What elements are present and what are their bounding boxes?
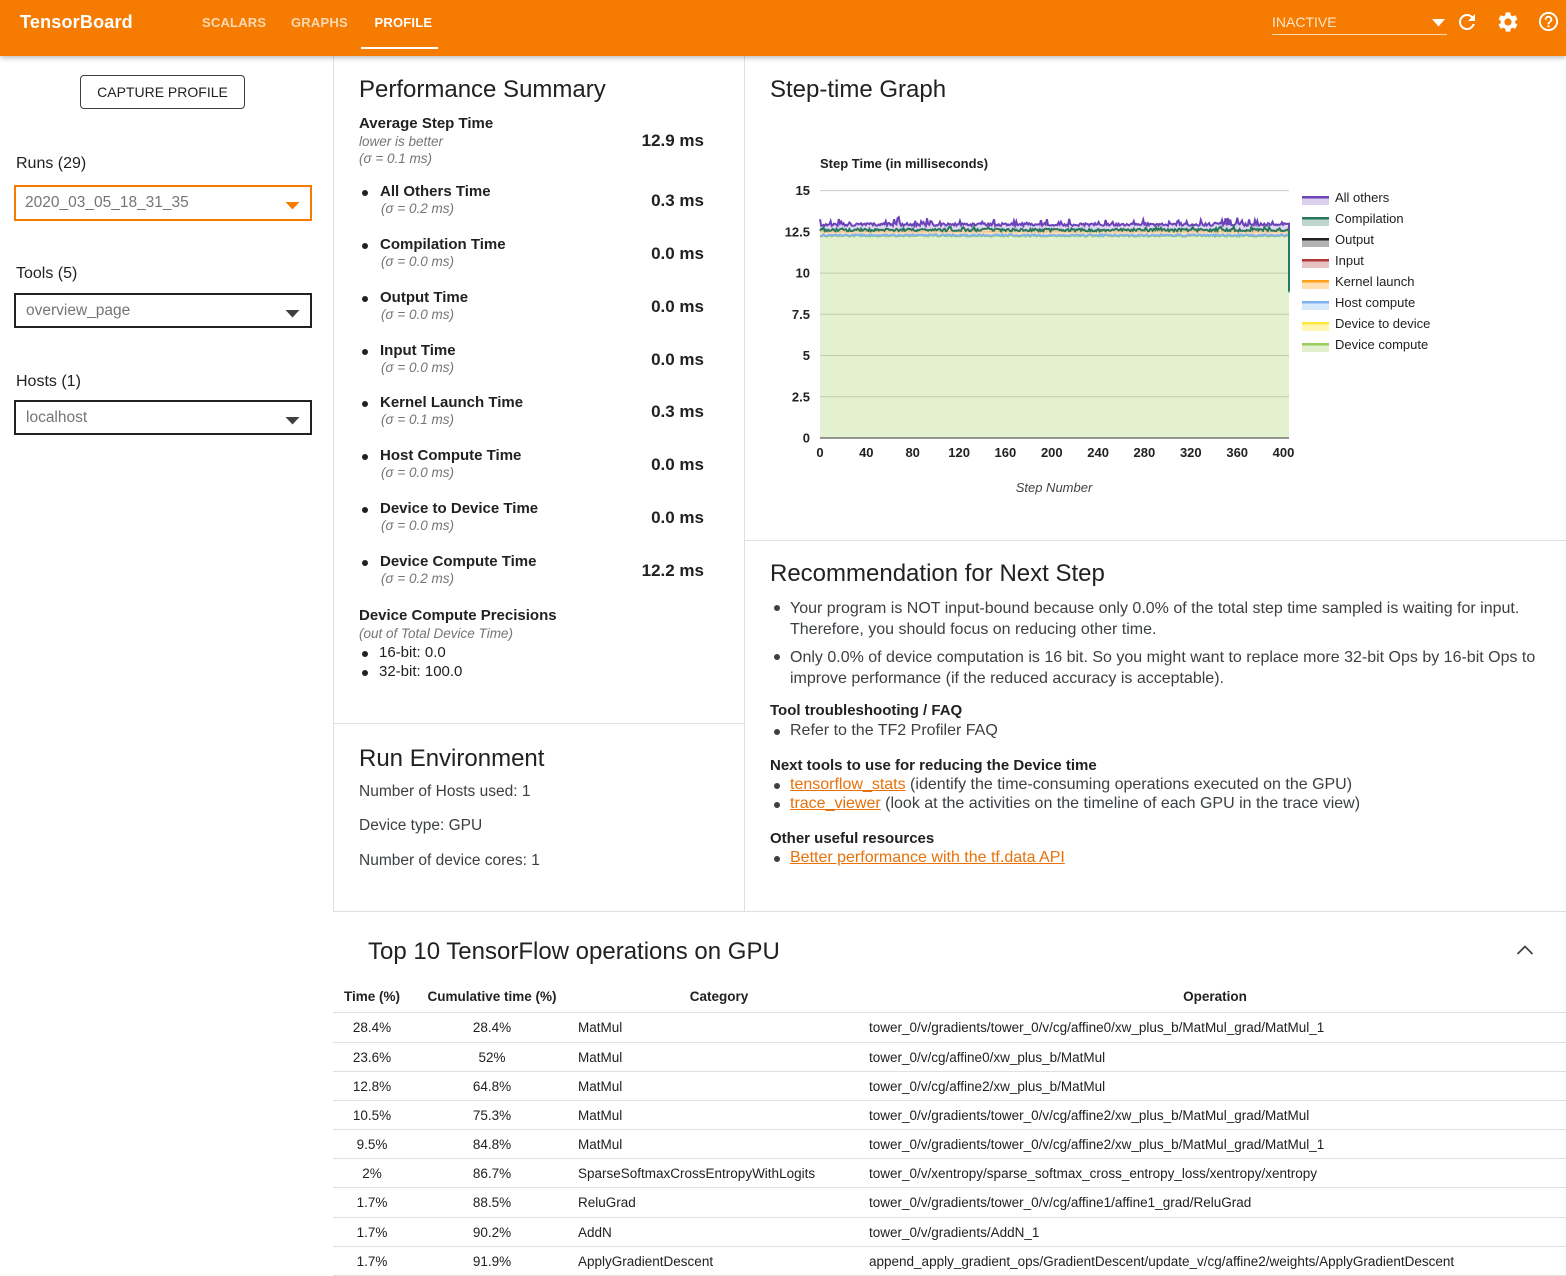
svg-text:2.5: 2.5 — [792, 389, 810, 404]
svg-text:Step Number: Step Number — [1016, 480, 1093, 495]
svg-text:160: 160 — [995, 445, 1017, 460]
svg-text:Host compute: Host compute — [1335, 295, 1415, 310]
svg-text:7.5: 7.5 — [792, 307, 810, 322]
svg-text:All others: All others — [1335, 190, 1390, 205]
svg-text:360: 360 — [1226, 445, 1248, 460]
svg-text:10: 10 — [796, 266, 810, 281]
svg-text:5: 5 — [803, 348, 810, 363]
svg-text:280: 280 — [1134, 445, 1156, 460]
svg-text:Device to device: Device to device — [1335, 316, 1430, 331]
svg-text:Output: Output — [1335, 232, 1374, 247]
svg-text:Compilation: Compilation — [1335, 211, 1404, 226]
svg-text:400: 400 — [1273, 445, 1295, 460]
svg-text:320: 320 — [1180, 445, 1202, 460]
svg-text:12.5: 12.5 — [785, 224, 810, 239]
svg-text:Input: Input — [1335, 253, 1364, 268]
svg-text:40: 40 — [859, 445, 873, 460]
svg-text:Step Time (in milliseconds): Step Time (in milliseconds) — [820, 156, 988, 171]
svg-text:Kernel launch: Kernel launch — [1335, 274, 1415, 289]
svg-text:0: 0 — [803, 431, 810, 446]
svg-text:200: 200 — [1041, 445, 1063, 460]
svg-text:0: 0 — [816, 445, 823, 460]
svg-text:120: 120 — [948, 445, 970, 460]
svg-text:80: 80 — [905, 445, 919, 460]
svg-text:240: 240 — [1087, 445, 1109, 460]
svg-text:Device compute: Device compute — [1335, 337, 1428, 352]
svg-text:15: 15 — [796, 183, 810, 198]
